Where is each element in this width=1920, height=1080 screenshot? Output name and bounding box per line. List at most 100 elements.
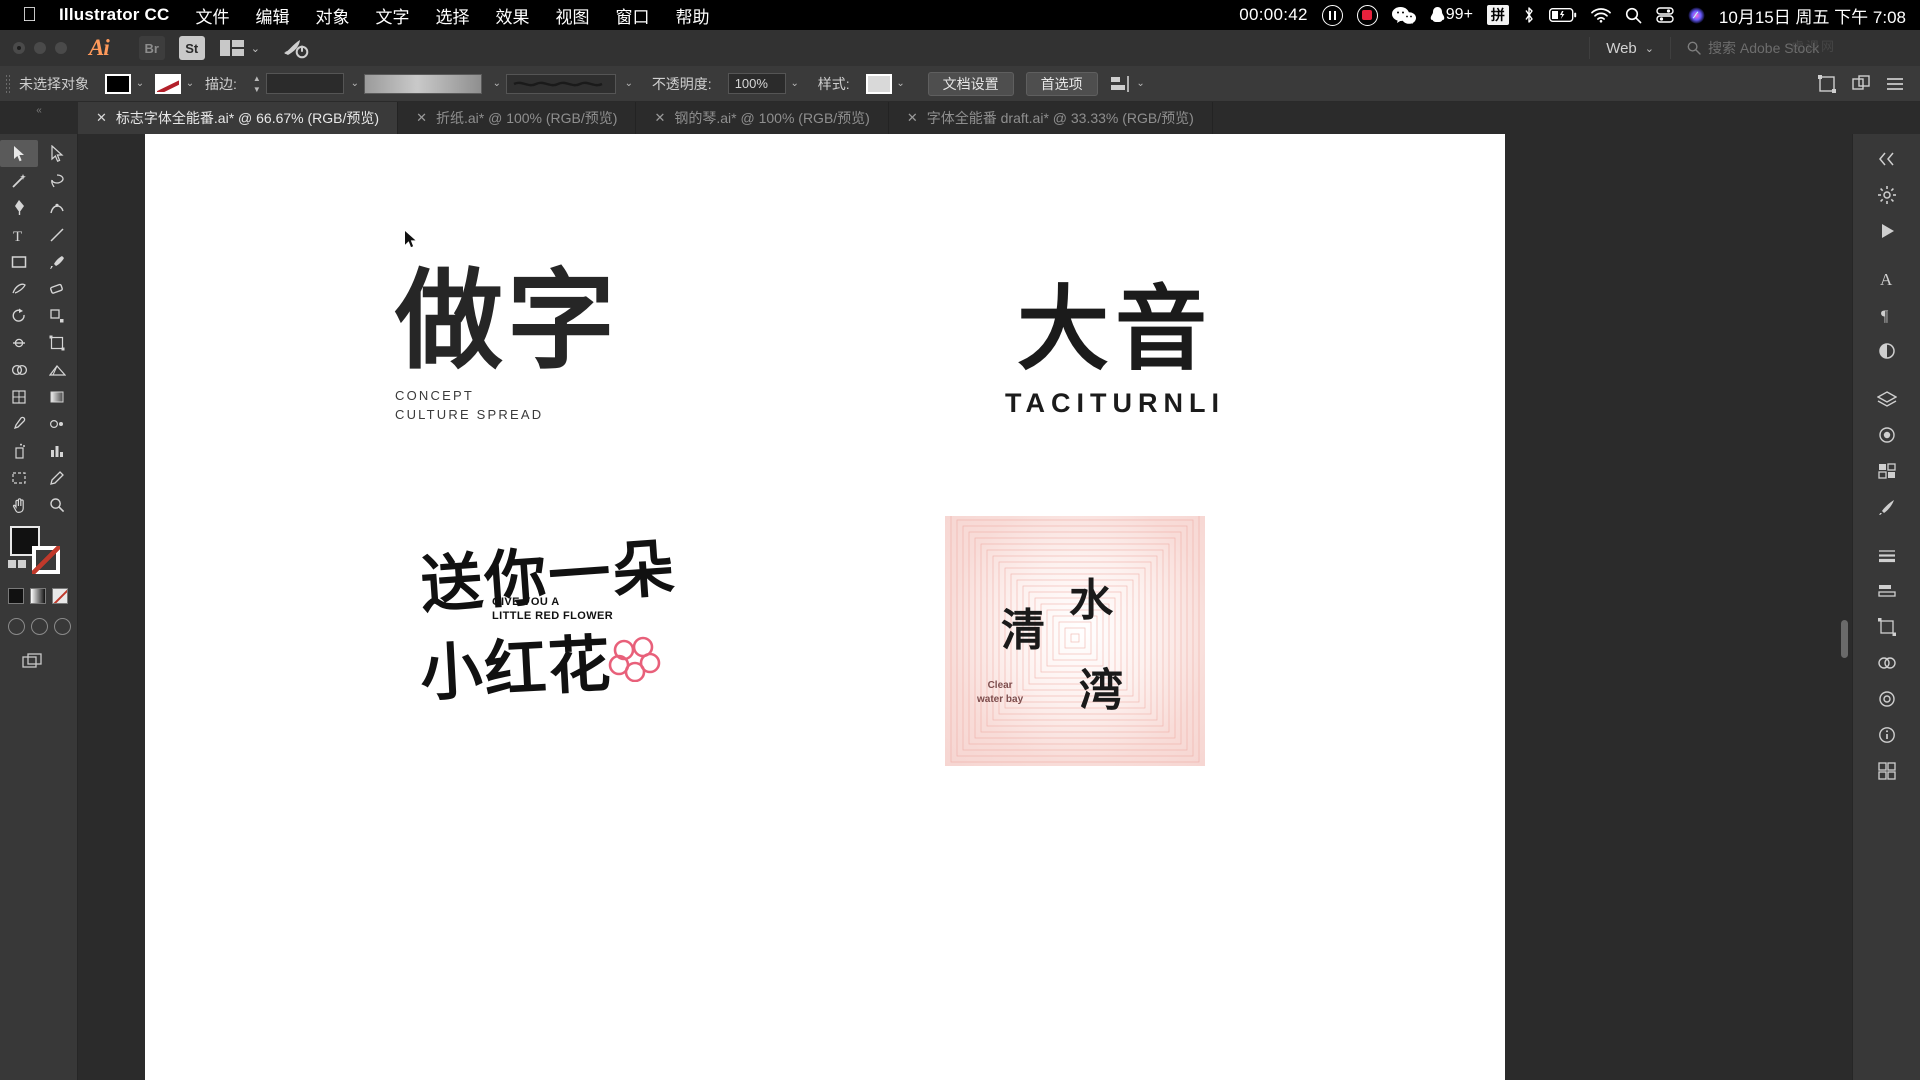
artwork-logo-red-flower[interactable]: 送你一朵 GIVE YOU A LITTLE RED FLOWER 小红花 — [418, 526, 750, 708]
siri-icon[interactable] — [1688, 7, 1705, 24]
blend-tool[interactable] — [38, 410, 76, 437]
full-screen-menu-icon[interactable] — [31, 618, 48, 635]
color-icon[interactable] — [8, 588, 24, 604]
tabbar-collapse-handle[interactable]: « — [0, 102, 78, 134]
style-swatch[interactable] — [865, 73, 892, 94]
toolbar-stroke-swatch[interactable] — [32, 546, 60, 574]
normal-screen-icon[interactable] — [8, 618, 25, 635]
pause-icon[interactable] — [1321, 4, 1343, 26]
selection-tool[interactable] — [0, 140, 38, 167]
shaper-tool[interactable] — [0, 275, 38, 302]
canvas-vertical-scrollbar[interactable] — [1841, 620, 1848, 658]
graphic-style-control[interactable]: ⌄ — [865, 73, 910, 94]
opacity-icon[interactable] — [1866, 334, 1908, 368]
lasso-tool[interactable] — [38, 167, 76, 194]
workspace-chevron-down-icon[interactable]: ⌄ — [1645, 42, 1654, 55]
control-bar-grip[interactable] — [5, 73, 10, 94]
rotate-tool[interactable] — [0, 302, 38, 329]
direct-selection-tool[interactable] — [38, 140, 76, 167]
stroke-swatch[interactable] — [155, 73, 181, 94]
document-tab-0[interactable]: ✕ 标志字体全能番.ai* @ 66.67% (RGB/预览) — [78, 102, 399, 134]
stroke-variable-width-profile[interactable] — [363, 73, 482, 94]
layers-icon[interactable] — [1866, 382, 1908, 416]
scale-tool[interactable] — [38, 302, 76, 329]
gradient-panel-icon[interactable] — [1866, 418, 1908, 452]
menu-item-help[interactable]: 帮助 — [675, 3, 709, 28]
free-transform-tool[interactable] — [38, 329, 76, 356]
artwork-logo-zuozi[interactable]: 做字 CONCEPT CULTURE SPREAD — [395, 264, 815, 425]
document-tab-3[interactable]: ✕ 字体全能番 draft.ai* @ 33.33% (RGB/预览) — [888, 102, 1213, 134]
close-icon[interactable]: ✕ — [416, 110, 427, 126]
line-segment-tool[interactable] — [38, 221, 76, 248]
gradient-tool[interactable] — [38, 383, 76, 410]
menubar-app-name[interactable]: Illustrator CC — [59, 5, 169, 25]
artboard[interactable]: 做字 CONCEPT CULTURE SPREAD 大音 TACITURNLI … — [145, 134, 1505, 1080]
eyedropper-tool[interactable] — [0, 410, 38, 437]
magic-wand-tool[interactable] — [0, 167, 38, 194]
menu-item-effect[interactable]: 效果 — [495, 3, 529, 28]
full-screen-icon[interactable] — [54, 618, 71, 635]
align-objects-icon[interactable] — [1110, 75, 1132, 93]
paintbrush-tool[interactable] — [38, 248, 76, 275]
width-profile-chevron-down-icon[interactable]: ⌄ — [488, 78, 506, 89]
mesh-tool[interactable] — [0, 383, 38, 410]
window-close-button[interactable] — [13, 42, 25, 54]
type-tool[interactable]: T — [0, 221, 38, 248]
menu-item-view[interactable]: 视图 — [555, 3, 589, 28]
artwork-logo-dayin[interactable]: 大音 TACITURNLI — [945, 284, 1285, 419]
close-icon[interactable]: ✕ — [907, 110, 918, 126]
arrange-documents-icon[interactable] — [219, 38, 245, 58]
panel-menu-icon[interactable] — [1886, 77, 1904, 91]
pathfinder-icon[interactable] — [1866, 646, 1908, 680]
window-minimize-button[interactable] — [34, 42, 46, 54]
properties-gear-icon[interactable] — [1866, 178, 1908, 212]
menu-item-window[interactable]: 窗口 — [615, 3, 649, 28]
gradient-icon[interactable] — [30, 588, 46, 604]
stroke-weight-input[interactable] — [265, 73, 344, 94]
menu-item-file[interactable]: 文件 — [195, 3, 229, 28]
stroke-panel-icon[interactable] — [1866, 538, 1908, 572]
document-tab-1[interactable]: ✕ 折纸.ai* @ 100% (RGB/预览) — [398, 102, 637, 134]
opacity-input[interactable]: 100% — [727, 73, 786, 94]
bluetooth-icon[interactable] — [1523, 6, 1535, 24]
slice-tool[interactable] — [38, 464, 76, 491]
artboards-icon[interactable] — [1866, 754, 1908, 788]
transform-icon[interactable] — [1818, 74, 1836, 93]
appearance-icon[interactable] — [1866, 682, 1908, 716]
style-chevron-down-icon[interactable]: ⌄ — [892, 78, 910, 89]
artwork-logo-clear-water-bay[interactable]: 清 水 湾 Clear water bay — [945, 516, 1205, 766]
edit-toolbar-icon[interactable] — [22, 653, 77, 676]
column-graph-tool[interactable] — [38, 437, 76, 464]
menubar-datetime[interactable]: 10月15日 周五 下午 7:08 — [1719, 3, 1906, 28]
wechat-icon[interactable] — [1391, 6, 1416, 24]
fill-swatch[interactable] — [105, 73, 131, 94]
eraser-tool[interactable] — [38, 275, 76, 302]
perspective-grid-tool[interactable] — [38, 356, 76, 383]
shape-builder-tool[interactable] — [0, 356, 38, 383]
menu-item-edit[interactable]: 编辑 — [255, 3, 289, 28]
control-center-icon[interactable] — [1656, 7, 1674, 23]
none-icon[interactable] — [52, 588, 68, 604]
zoom-tool[interactable] — [38, 491, 76, 518]
menu-item-type[interactable]: 文字 — [375, 3, 409, 28]
hand-tool[interactable] — [0, 491, 38, 518]
fill-chevron-down-icon[interactable]: ⌄ — [131, 78, 149, 89]
battery-charging-icon[interactable] — [1548, 8, 1577, 22]
close-icon[interactable]: ✕ — [654, 110, 665, 126]
opacity-chevron-down-icon[interactable]: ⌄ — [786, 78, 804, 89]
swatches-icon[interactable] — [1866, 454, 1908, 488]
paragraph-icon[interactable]: ¶ — [1866, 298, 1908, 332]
document-setup-button[interactable]: 文档设置 — [927, 71, 1014, 96]
brush-chevron-down-icon[interactable]: ⌄ — [620, 78, 638, 89]
arrange-chevron-down-icon[interactable]: ⌄ — [251, 42, 260, 55]
stroke-weight-chevron-down-icon[interactable]: ⌄ — [346, 78, 364, 89]
stroke-chevron-down-icon[interactable]: ⌄ — [181, 78, 199, 89]
transform-panel-icon[interactable] — [1866, 610, 1908, 644]
arrange-icon[interactable] — [1852, 74, 1870, 93]
info-icon[interactable] — [1866, 718, 1908, 752]
brushes-icon[interactable] — [1866, 490, 1908, 524]
symbol-sprayer-tool[interactable] — [0, 437, 38, 464]
align-chevron-down-icon[interactable]: ⌄ — [1132, 78, 1150, 89]
width-tool[interactable] — [0, 329, 38, 356]
input-method-icon[interactable]: 拼 — [1486, 5, 1509, 25]
